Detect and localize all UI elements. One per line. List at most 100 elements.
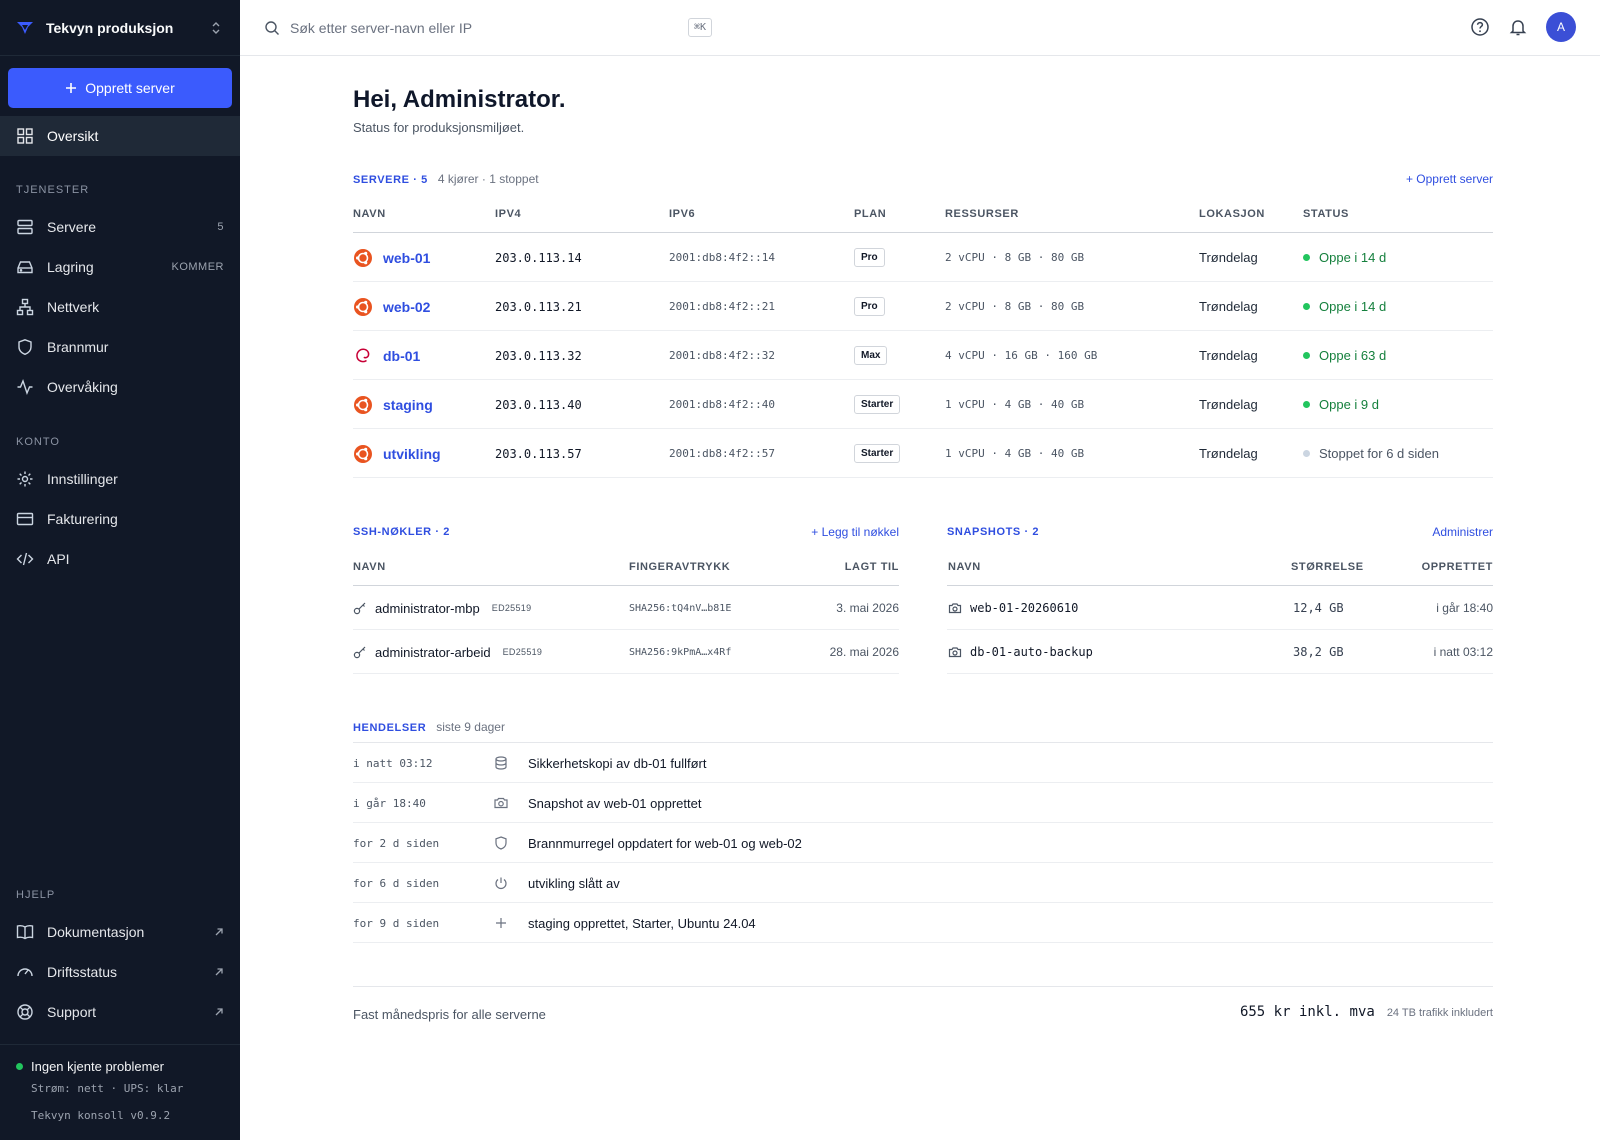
sidebar: Tekvyn produksjon Opprett server Oversik… bbox=[0, 0, 240, 1140]
location-value: Trøndelag bbox=[1199, 397, 1258, 412]
search-icon bbox=[265, 20, 279, 35]
ubuntu-icon bbox=[354, 297, 372, 316]
section-label-account: KONTO bbox=[16, 436, 60, 448]
ubuntu-icon bbox=[354, 395, 372, 414]
sidebar-item-api[interactable]: API bbox=[0, 539, 240, 579]
table-row[interactable]: web-02 203.0.113.21 2001:db8:4f2::21 Pro 2 v… bbox=[353, 282, 1493, 331]
col-header: LOKASJON bbox=[1199, 208, 1265, 220]
create-server-link[interactable]: + Opprett server bbox=[1406, 172, 1493, 186]
sidebar-item-monitoring[interactable]: Overvåking bbox=[0, 367, 240, 407]
camera-icon bbox=[494, 797, 508, 809]
sidebar-item-docs[interactable]: Dokumentasjon bbox=[0, 912, 240, 952]
lifebuoy-icon bbox=[17, 1004, 33, 1020]
location-value: Trøndelag bbox=[1199, 348, 1258, 363]
fingerprint-value: SHA256:9kPmA…x4Rf bbox=[629, 646, 732, 658]
event-text: Sikkerhetskopi av db-01 fullført bbox=[528, 755, 707, 771]
sidebar-item-settings[interactable]: Innstillinger bbox=[0, 459, 240, 499]
table-row[interactable]: utvikling 203.0.113.57 2001:db8:4f2::57 Sta… bbox=[353, 429, 1493, 478]
status-dot bbox=[1303, 352, 1310, 359]
coming-soon-badge: KOMMER bbox=[171, 261, 224, 273]
server-name-link[interactable]: web-02 bbox=[353, 282, 430, 331]
server-name: db-01 bbox=[383, 347, 421, 364]
plan-cell: Pro bbox=[854, 233, 885, 282]
add-ssh-key-link[interactable]: + Legg til nøkkel bbox=[811, 525, 899, 539]
table-row[interactable]: db-01 203.0.113.32 2001:db8:4f2::32 Max 4 vC… bbox=[353, 331, 1493, 380]
shield-icon bbox=[495, 836, 507, 850]
sidebar-item-overview[interactable]: Oversikt bbox=[0, 116, 240, 156]
workspace-switcher[interactable]: Tekvyn produksjon bbox=[0, 0, 240, 56]
server-name-link[interactable]: utvikling bbox=[353, 429, 441, 478]
avatar[interactable]: A bbox=[1546, 12, 1576, 42]
activity-icon bbox=[17, 379, 33, 395]
bell-icon[interactable] bbox=[1508, 17, 1528, 37]
pricing-note: 24 TB trafikk inkludert bbox=[1386, 1007, 1493, 1019]
sidebar-item-label: Lagring bbox=[47, 259, 94, 275]
col-header: OPPRETTET bbox=[1421, 561, 1493, 573]
location-value: Trøndelag bbox=[1199, 299, 1258, 314]
table-row[interactable]: db-01-auto-backup 38,2 GB i natt 03:12 bbox=[947, 630, 1493, 674]
gauge-icon bbox=[17, 968, 33, 977]
server-name-link[interactable]: web-01 bbox=[353, 233, 430, 282]
section-label-help: HJELP bbox=[16, 889, 56, 901]
table-row[interactable]: administrator-arbeid ED25519 SHA256:9kPmA…… bbox=[353, 630, 899, 674]
table-row[interactable]: web-01 203.0.113.14 2001:db8:4f2::14 Pro 2 v… bbox=[353, 233, 1493, 282]
sidebar-item-support[interactable]: Support bbox=[0, 992, 240, 1032]
plan-cell: Starter bbox=[854, 380, 901, 429]
sidebar-item-label: Brannmur bbox=[47, 339, 109, 355]
plan-badge: Starter bbox=[854, 395, 901, 414]
table-row[interactable]: staging 203.0.113.40 2001:db8:4f2::40 Start… bbox=[353, 380, 1493, 429]
servers-summary: 4 kjører · 1 stoppet bbox=[437, 172, 539, 186]
events-title: HENDELSER bbox=[353, 722, 427, 734]
manage-snapshots-link[interactable]: Administrer bbox=[1432, 525, 1493, 539]
search-bar[interactable]: ⌘K bbox=[264, 12, 712, 44]
ipv4-value: 203.0.113.40 bbox=[495, 397, 582, 412]
sidebar-item-billing[interactable]: Fakturering bbox=[0, 499, 240, 539]
network-icon bbox=[16, 298, 34, 316]
status-dot bbox=[1303, 450, 1310, 457]
table-row[interactable]: web-01-20260610 12,4 GB i går 18:40 bbox=[947, 586, 1493, 630]
event-time: i går 18:40 bbox=[353, 796, 426, 810]
resources-value: 2 vCPU · 8 GB · 80 GB bbox=[945, 300, 1085, 313]
table-row[interactable]: administrator-mbp ED25519 SHA256:tQ4nV…b81… bbox=[353, 586, 899, 630]
col-header: STØRRELSE bbox=[1291, 561, 1364, 573]
sidebar-item-storage[interactable]: Lagring KOMMER bbox=[0, 247, 240, 287]
tekvyn-logo-icon bbox=[17, 21, 33, 34]
status-dot bbox=[16, 1063, 23, 1070]
sidebar-item-label: API bbox=[47, 551, 70, 567]
external-link-icon bbox=[215, 968, 223, 976]
server-icon bbox=[17, 219, 33, 235]
sidebar-item-network[interactable]: Nettverk bbox=[0, 287, 240, 327]
list-item: for 9 d siden staging opprettet, Starter,… bbox=[353, 903, 1493, 943]
server-name: staging bbox=[383, 396, 433, 413]
snapshot-name: db-01-auto-backup bbox=[970, 645, 1093, 659]
sidebar-item-servers[interactable]: Servere 5 bbox=[0, 207, 240, 247]
server-name: utvikling bbox=[383, 445, 441, 462]
plan-badge: Starter bbox=[854, 444, 901, 463]
search-input[interactable] bbox=[290, 19, 678, 36]
sidebar-item-firewall[interactable]: Brannmur bbox=[0, 327, 240, 367]
plus-icon bbox=[66, 83, 77, 93]
col-header: RESSURSER bbox=[945, 208, 1019, 220]
col-header: IPV4 bbox=[495, 208, 522, 220]
ubuntu-icon bbox=[354, 444, 372, 463]
create-server-button[interactable]: Opprett server bbox=[8, 68, 232, 108]
divider bbox=[353, 986, 1493, 987]
help-icon[interactable] bbox=[1470, 17, 1490, 37]
database-icon bbox=[495, 756, 507, 770]
ipv6-value: 2001:db8:4f2::14 bbox=[669, 251, 775, 264]
server-name-link[interactable]: db-01 bbox=[353, 331, 420, 380]
ssh-key-name: administrator-arbeid bbox=[375, 644, 491, 660]
event-time: i natt 03:12 bbox=[353, 756, 433, 770]
ipv6-value: 2001:db8:4f2::32 bbox=[669, 349, 775, 362]
sidebar-item-label: Driftsstatus bbox=[47, 964, 118, 980]
status-cell: Oppe i 9 d bbox=[1303, 380, 1379, 429]
server-name-link[interactable]: staging bbox=[353, 380, 433, 429]
location-value: Trøndelag bbox=[1199, 250, 1258, 265]
sidebar-item-status[interactable]: Driftsstatus bbox=[0, 952, 240, 992]
system-status-detail: Strøm: nett · UPS: klar bbox=[31, 1082, 184, 1095]
status-text: Oppe i 14 d bbox=[1319, 299, 1387, 314]
status-cell: Stoppet for 6 d siden bbox=[1303, 429, 1439, 478]
ssh-key-name: administrator-mbp bbox=[375, 600, 480, 616]
sidebar-item-label: Fakturering bbox=[47, 511, 118, 527]
col-header: PLAN bbox=[854, 208, 887, 220]
